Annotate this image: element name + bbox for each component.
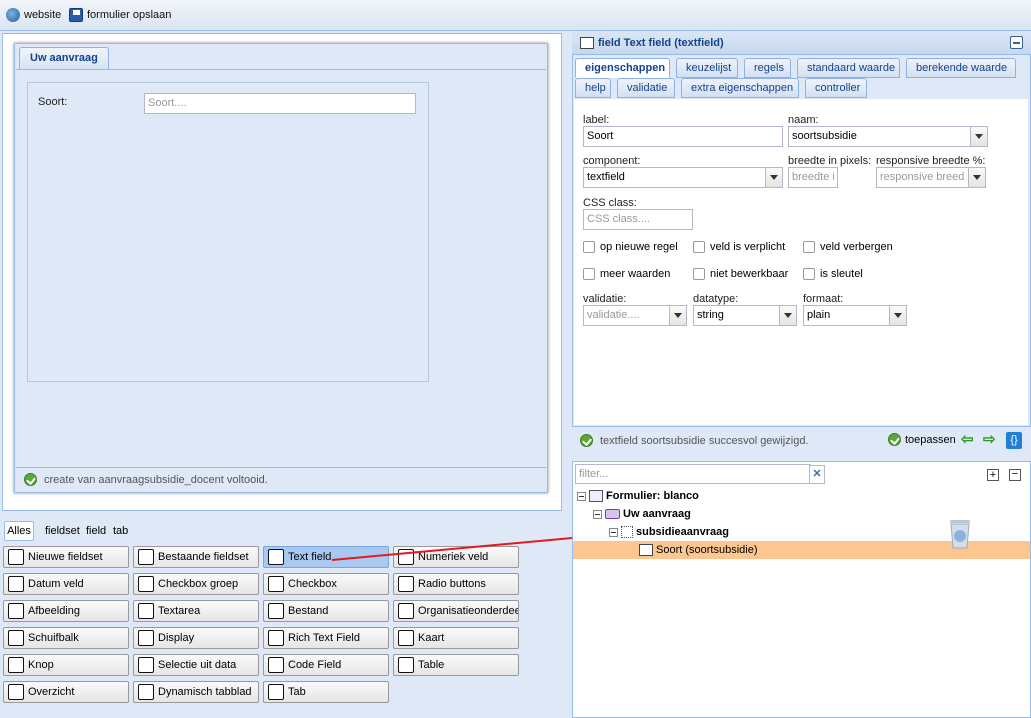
textfield-icon	[580, 37, 594, 49]
apply-button[interactable]: toepassen	[888, 433, 956, 446]
check-readonly[interactable]: niet bewerkbaar	[693, 268, 789, 281]
textfield-icon	[639, 544, 653, 556]
fieldset-icon	[621, 526, 633, 538]
check-icon	[888, 433, 901, 446]
clear-filter-icon[interactable]: ✕	[809, 465, 825, 484]
properties-header: field Text field (textfield)	[572, 31, 1031, 55]
validatie-select[interactable]: validatie....	[583, 305, 687, 326]
component-select[interactable]: textfield	[583, 167, 783, 188]
chevron-down-icon[interactable]	[889, 306, 906, 325]
arrow-left-icon[interactable]: ⇦	[961, 432, 974, 447]
css-input[interactable]: CSS class....	[583, 209, 693, 230]
responsive-caption: responsive breedte %:	[876, 155, 986, 167]
component-value: textfield	[587, 171, 625, 183]
tree-filter-input[interactable]: filter...	[575, 464, 811, 484]
apply-label: toepassen	[905, 433, 956, 446]
naam-select[interactable]: soortsubsidie	[788, 126, 988, 147]
collapse-icon[interactable]	[577, 491, 586, 501]
tree-node-form[interactable]: Formulier: blanco	[577, 490, 699, 502]
tab-help[interactable]: help	[575, 78, 611, 98]
braces-icon[interactable]: {}	[1006, 432, 1022, 449]
breedte-input[interactable]: breedte i	[788, 167, 838, 188]
check-hide-label: veld verbergen	[820, 241, 893, 253]
label-input[interactable]: Soort	[583, 126, 783, 147]
formaat-select[interactable]: plain	[803, 305, 907, 326]
collapse-icon[interactable]	[593, 509, 602, 519]
check-readonly-label: niet bewerkbaar	[710, 268, 789, 280]
datatype-caption: datatype:	[693, 293, 739, 305]
tab-icon	[605, 509, 620, 519]
breedte-caption: breedte in pixels:	[788, 155, 872, 167]
check-key[interactable]: is sleutel	[803, 268, 863, 281]
properties-form: label: Soort naam: soortsubsidie compone…	[574, 99, 1028, 425]
success-icon	[580, 434, 593, 447]
checkbox-icon[interactable]	[583, 268, 595, 281]
datatype-value: string	[697, 309, 724, 321]
check-new-row[interactable]: op nieuwe regel	[583, 241, 678, 254]
tab-keuzelijst[interactable]: keuzelijst	[676, 58, 738, 78]
chevron-down-icon[interactable]	[779, 306, 796, 325]
trash-icon[interactable]	[941, 515, 979, 553]
properties-status-text: textfield soortsubsidie succesvol gewijz…	[600, 435, 809, 447]
checkbox-icon[interactable]	[693, 268, 705, 281]
formaat-caption: formaat:	[803, 293, 844, 305]
arrow-right-icon[interactable]: ⇨	[983, 432, 996, 447]
naam-caption: naam:	[788, 114, 819, 126]
expand-all-icon[interactable]: +	[987, 469, 999, 481]
structure-tree: filter... ✕ + − Formulier: blanco Uw aan…	[572, 461, 1031, 718]
properties-statusbar: textfield soortsubsidie succesvol gewijz…	[572, 426, 1031, 455]
checkbox-icon[interactable]	[583, 241, 595, 254]
formaat-value: plain	[807, 309, 831, 321]
check-required-label: veld is verplicht	[710, 241, 786, 253]
responsive-select[interactable]: responsive breed	[876, 167, 986, 188]
tab-regels[interactable]: regels	[744, 58, 791, 78]
check-hide[interactable]: veld verbergen	[803, 241, 893, 254]
check-multi[interactable]: meer waarden	[583, 268, 671, 281]
css-caption: CSS class:	[583, 197, 637, 209]
tree-node-form-label: Formulier: blanco	[606, 490, 699, 502]
responsive-placeholder: responsive breed	[880, 171, 965, 183]
collapse-icon[interactable]	[609, 527, 618, 537]
check-new-row-label: op nieuwe regel	[600, 241, 678, 253]
validatie-placeholder: validatie....	[587, 309, 640, 321]
tree-node-field-label: Soort (soortsubsidie)	[656, 544, 758, 556]
chevron-down-icon[interactable]	[765, 168, 782, 187]
chevron-down-icon[interactable]	[970, 127, 987, 146]
component-caption: component:	[583, 155, 641, 167]
collapse-icon[interactable]	[1010, 36, 1023, 49]
properties-title: field Text field (textfield)	[598, 37, 724, 49]
tab-berekende-waarde[interactable]: berekende waarde	[906, 58, 1016, 78]
tree-node-fieldset-label: subsidieaanvraag	[636, 526, 729, 538]
tree-node-tab-label: Uw aanvraag	[623, 508, 691, 520]
check-key-label: is sleutel	[820, 268, 863, 280]
chevron-down-icon[interactable]	[968, 168, 985, 187]
tab-standaard-waarde[interactable]: standaard waarde	[797, 58, 900, 78]
tree-node-field[interactable]: Soort (soortsubsidie)	[639, 544, 758, 556]
checkbox-icon[interactable]	[803, 268, 815, 281]
label-caption: label:	[583, 114, 610, 126]
chevron-down-icon[interactable]	[669, 306, 686, 325]
form-icon	[589, 490, 603, 502]
naam-value: soortsubsidie	[792, 130, 857, 142]
checkbox-icon[interactable]	[693, 241, 705, 254]
tree-node-fieldset[interactable]: subsidieaanvraag	[609, 526, 729, 538]
collapse-all-icon[interactable]: −	[1009, 469, 1021, 481]
tab-eigenschappen[interactable]: eigenschappen	[575, 58, 670, 78]
validatie-caption: validatie:	[583, 293, 627, 305]
tab-extra-eigenschappen[interactable]: extra eigenschappen	[681, 78, 799, 98]
tab-validatie[interactable]: validatie	[617, 78, 675, 98]
check-multi-label: meer waarden	[600, 268, 671, 280]
check-required[interactable]: veld is verplicht	[693, 241, 786, 254]
tab-controller[interactable]: controller	[805, 78, 867, 98]
datatype-select[interactable]: string	[693, 305, 797, 326]
tree-node-tab[interactable]: Uw aanvraag	[593, 508, 691, 520]
checkbox-icon[interactable]	[803, 241, 815, 254]
